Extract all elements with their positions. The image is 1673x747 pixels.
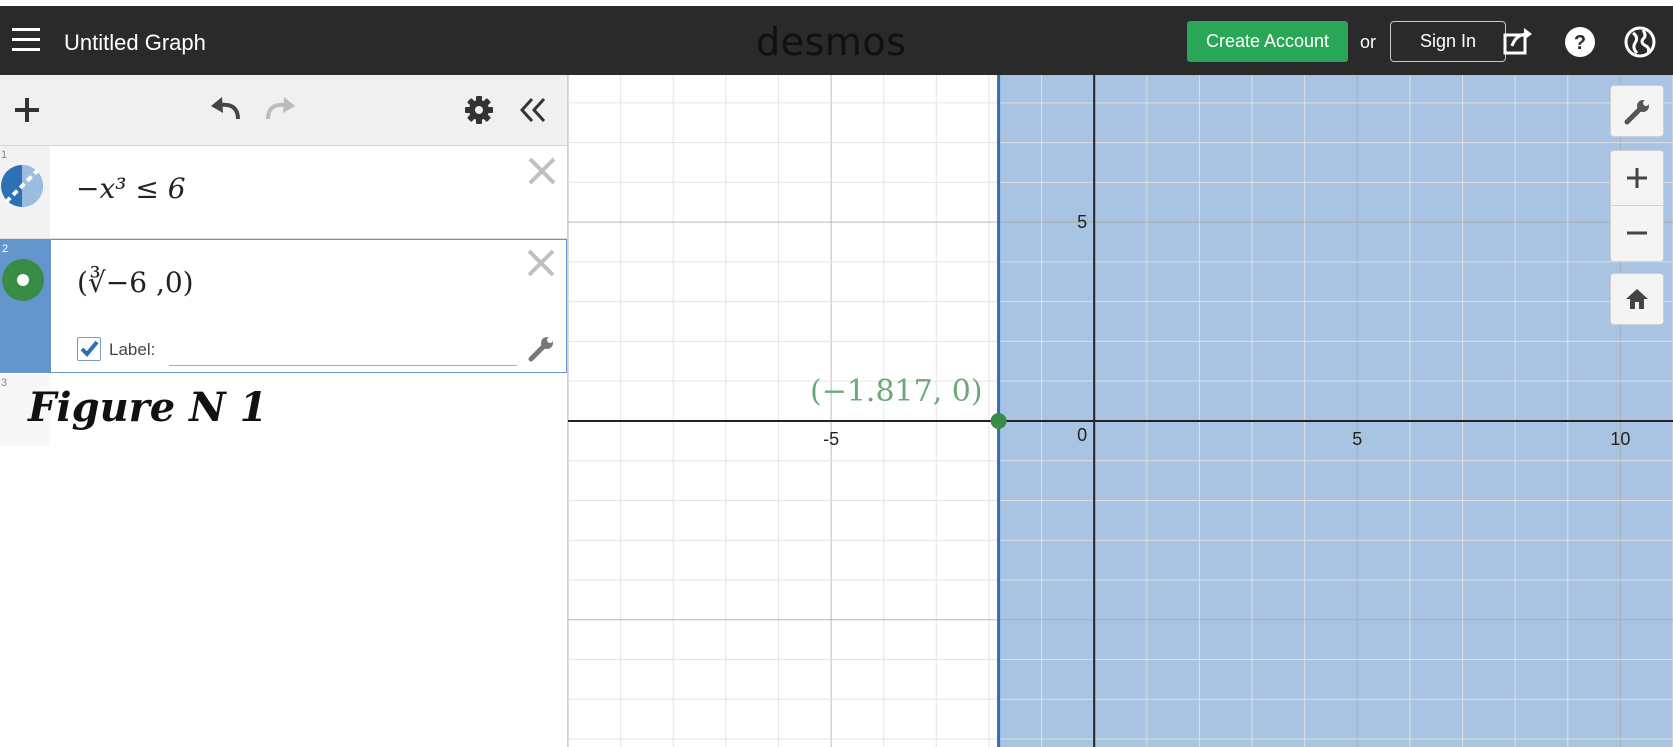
- delete-icon[interactable]: [527, 156, 557, 186]
- wrench-icon[interactable]: [527, 334, 555, 367]
- help-icon[interactable]: ?: [1562, 24, 1598, 60]
- expression-number: 1: [1, 149, 8, 161]
- delete-icon[interactable]: [526, 248, 556, 278]
- top-bar: Untitled Graph desmos Create Account or …: [0, 6, 1673, 75]
- expression-gutter: 2: [1, 240, 51, 372]
- expression-gutter: 1: [0, 146, 50, 238]
- collapse-icon[interactable]: [518, 95, 548, 130]
- redo-icon[interactable]: [262, 95, 298, 128]
- sign-in-button[interactable]: Sign In: [1390, 21, 1506, 62]
- minus-icon: [1627, 231, 1647, 235]
- expression-math[interactable]: (∛−6 ,0): [77, 266, 194, 299]
- svg-text:?: ?: [1574, 32, 1586, 54]
- x-tick-label: 5: [1352, 429, 1362, 449]
- x-tick-label: 0: [1077, 425, 1087, 445]
- graph-canvas[interactable]: -5 0 5 10 5 (−1.817, 0): [568, 75, 1673, 747]
- zoom-out-button[interactable]: [1611, 206, 1663, 261]
- wrench-icon: [1624, 100, 1649, 125]
- home-icon: [1626, 289, 1648, 309]
- gear-icon[interactable]: [464, 95, 494, 130]
- zoom-in-button[interactable]: [1611, 151, 1663, 206]
- expression-number: 2: [2, 243, 9, 255]
- menu-icon[interactable]: [12, 28, 40, 52]
- expression-toolbar: [0, 75, 567, 146]
- expression-panel: 1 −x³ ≤ 6 2 (∛−6 ,0) Label: 3 Figure N 1: [0, 75, 568, 747]
- graph-settings-button[interactable]: [1610, 85, 1664, 137]
- share-icon[interactable]: [1500, 24, 1536, 60]
- desmos-logo: desmos: [756, 20, 907, 64]
- graph-title[interactable]: Untitled Graph: [64, 30, 206, 56]
- undo-icon[interactable]: [208, 95, 244, 128]
- label-input[interactable]: [169, 337, 517, 366]
- point-label: (−1.817, 0): [810, 374, 983, 409]
- expression-number: 3: [1, 377, 8, 389]
- inequality-region: [998, 75, 1673, 747]
- create-account-button[interactable]: Create Account: [1187, 21, 1348, 62]
- zoom-controls: [1610, 150, 1664, 262]
- expression-row-3[interactable]: 3 Figure N 1: [0, 374, 567, 446]
- expression-math[interactable]: −x³ ≤ 6: [76, 172, 186, 205]
- or-text: or: [1360, 32, 1377, 52]
- y-tick-label: 5: [1077, 212, 1087, 232]
- inequality-style-icon[interactable]: [0, 164, 44, 208]
- home-button[interactable]: [1610, 273, 1664, 325]
- plus-icon: [1627, 168, 1647, 188]
- note-text[interactable]: Figure N 1: [28, 384, 267, 431]
- x-tick-label: -5: [823, 429, 839, 449]
- plus-icon[interactable]: [12, 95, 42, 130]
- point-style-icon[interactable]: [1, 258, 45, 302]
- x-tick-label: 10: [1610, 429, 1630, 449]
- expression-row-2[interactable]: 2 (∛−6 ,0) Label:: [0, 239, 567, 373]
- data-point: [990, 412, 1007, 429]
- expression-row-1[interactable]: 1 −x³ ≤ 6: [0, 146, 567, 239]
- globe-icon[interactable]: [1622, 24, 1658, 60]
- label-checkbox[interactable]: [77, 337, 101, 361]
- label-text: Label:: [109, 340, 156, 359]
